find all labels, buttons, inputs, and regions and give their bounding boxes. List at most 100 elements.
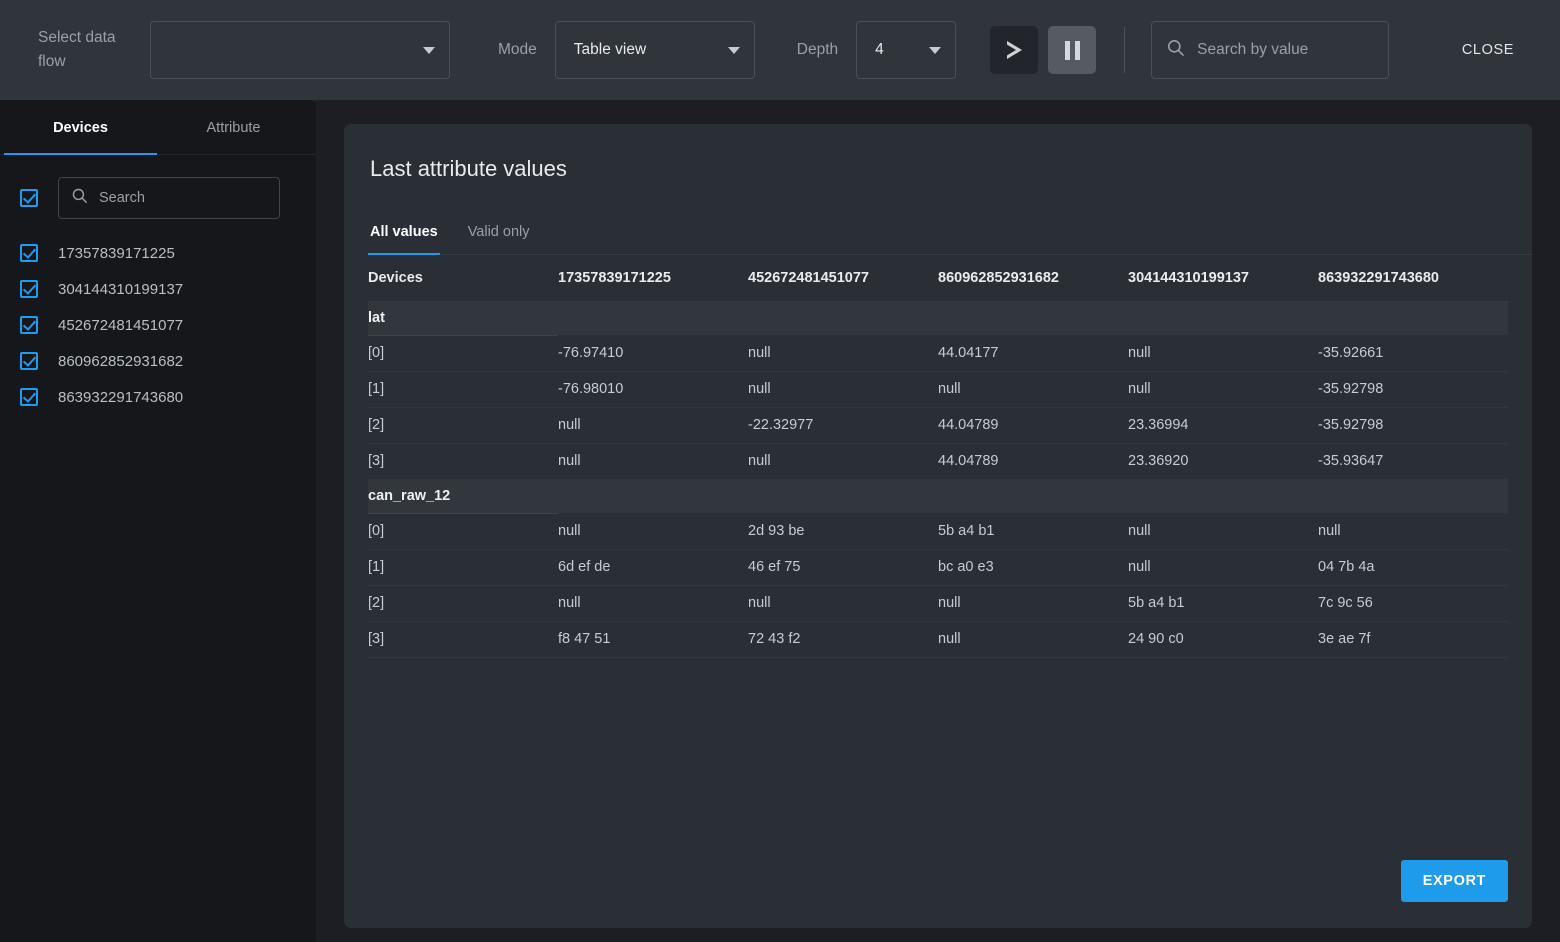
row-index: [2] — [368, 585, 558, 622]
device-checkbox[interactable] — [20, 352, 38, 370]
row-index: [1] — [368, 371, 558, 408]
value-search-placeholder: Search by value — [1197, 41, 1309, 58]
cell-value: null — [1318, 513, 1508, 550]
mode-select-value: Table view — [573, 41, 647, 58]
cell-value: 7c 9c 56 — [1318, 585, 1508, 622]
cell-value: null — [938, 585, 1128, 622]
cell-value: f8 47 51 — [558, 621, 748, 658]
cell-value: bc a0 e3 — [938, 549, 1128, 586]
value-search-field[interactable]: Search by value — [1151, 21, 1390, 79]
row-index: [1] — [368, 549, 558, 586]
column-header-device-2[interactable]: 452672481451077 — [748, 255, 938, 302]
sidebar: Devices Attribute Search 17357839171225 — [0, 100, 316, 942]
group-header-row[interactable]: can_raw_12 — [368, 479, 1508, 514]
play-icon — [1005, 41, 1022, 59]
search-icon — [1166, 38, 1185, 62]
cell-value: null — [1128, 335, 1318, 372]
chevron-down-icon — [423, 46, 435, 54]
cell-value: 23.36994 — [1128, 407, 1318, 444]
device-checkbox[interactable] — [20, 316, 38, 334]
mode-label: Mode — [498, 40, 537, 58]
group-spacer — [938, 479, 1128, 513]
depth-label: Depth — [796, 40, 839, 58]
cell-value: 46 ef 75 — [748, 549, 938, 586]
device-checkbox[interactable] — [20, 244, 38, 262]
device-label: 452672481451077 — [58, 316, 184, 334]
list-item[interactable]: 17357839171225 — [0, 235, 316, 271]
list-item[interactable]: 452672481451077 — [0, 307, 316, 343]
sidebar-tabs: Devices Attribute — [0, 100, 316, 155]
cell-value: 24 90 c0 — [1128, 621, 1318, 658]
cell-value: null — [1128, 513, 1318, 550]
group-spacer — [558, 479, 748, 513]
sidebar-tab-attribute[interactable]: Attribute — [157, 100, 310, 154]
tab-valid-only[interactable]: Valid only — [466, 220, 532, 254]
device-label: 860962852931682 — [58, 352, 184, 370]
table-row: [2] null -22.32977 44.04789 23.36994 -35… — [368, 407, 1508, 444]
cell-value: 44.04177 — [938, 335, 1128, 372]
cell-value: -35.92798 — [1318, 407, 1508, 444]
device-label: 863932291743680 — [58, 388, 184, 406]
device-search-field[interactable]: Search — [58, 177, 280, 219]
cell-value: 6d ef de — [558, 549, 748, 586]
play-button[interactable] — [990, 26, 1039, 74]
column-header-device-1[interactable]: 17357839171225 — [558, 255, 748, 302]
device-list: 17357839171225 304144310199137 452672481… — [0, 219, 316, 415]
table-row: [1] 6d ef de 46 ef 75 bc a0 e3 null 04 7… — [368, 549, 1508, 586]
cell-value: -22.32977 — [748, 407, 938, 444]
device-checkbox[interactable] — [20, 388, 38, 406]
cell-value: 44.04789 — [938, 443, 1128, 480]
cell-value: -35.93647 — [1318, 443, 1508, 480]
search-icon — [71, 187, 88, 209]
cell-value: 23.36920 — [1128, 443, 1318, 480]
row-index: [0] — [368, 335, 558, 372]
select-all-checkbox[interactable] — [20, 189, 38, 207]
chevron-down-icon — [929, 46, 942, 54]
column-header-device-3[interactable]: 860962852931682 — [938, 255, 1128, 302]
device-checkbox[interactable] — [20, 280, 38, 298]
group-name: lat — [368, 301, 558, 336]
cell-value: null — [748, 443, 938, 480]
column-header-device-4[interactable]: 304144310199137 — [1128, 255, 1318, 302]
group-header-row[interactable]: lat — [368, 301, 1508, 336]
cell-value: -76.98010 — [558, 371, 748, 408]
cell-value: 44.04789 — [938, 407, 1128, 444]
close-button[interactable]: CLOSE — [1450, 32, 1526, 68]
sidebar-tab-devices[interactable]: Devices — [4, 100, 157, 155]
cell-value: -35.92661 — [1318, 335, 1508, 372]
dataflow-label: Select data flow — [38, 28, 116, 70]
table-row: [3] null null 44.04789 23.36920 -35.9364… — [368, 443, 1508, 480]
cell-value: 5b a4 b1 — [938, 513, 1128, 550]
group-spacer — [1128, 479, 1318, 513]
dataflow-select[interactable] — [150, 21, 450, 79]
column-header-device-5[interactable]: 863932291743680 — [1318, 255, 1508, 302]
list-item[interactable]: 304144310199137 — [0, 271, 316, 307]
export-button[interactable]: EXPORT — [1400, 860, 1508, 902]
chevron-down-icon — [727, 46, 740, 54]
group-spacer — [558, 301, 748, 335]
pause-button[interactable] — [1048, 26, 1097, 74]
depth-select[interactable]: 4 — [856, 21, 957, 79]
device-label: 304144310199137 — [58, 280, 184, 298]
row-index: [0] — [368, 513, 558, 550]
table-row: [2] null null null 5b a4 b1 7c 9c 56 — [368, 585, 1508, 622]
list-item[interactable]: 860962852931682 — [0, 343, 316, 379]
row-index: [3] — [368, 621, 558, 658]
row-index: [2] — [368, 407, 558, 444]
group-name: can_raw_12 — [368, 479, 558, 514]
table-body: lat [0] -76.97410 null 44.04177 null -35… — [368, 301, 1508, 658]
cell-value: null — [558, 443, 748, 480]
main-content: Last attribute values All values Valid o… — [316, 100, 1560, 942]
cell-value: -76.97410 — [558, 335, 748, 372]
toolbar-divider — [1124, 27, 1126, 73]
table-row: [1] -76.98010 null null null -35.92798 — [368, 371, 1508, 408]
column-header-devices[interactable]: Devices — [368, 255, 558, 302]
list-item[interactable]: 863932291743680 — [0, 379, 316, 415]
tab-all-values[interactable]: All values — [368, 220, 440, 255]
cell-value: null — [558, 513, 748, 550]
table-header-row: Devices 17357839171225 452672481451077 8… — [368, 255, 1508, 302]
device-search-placeholder: Search — [99, 190, 145, 206]
mode-select[interactable]: Table view — [554, 21, 755, 79]
device-label: 17357839171225 — [58, 244, 175, 262]
top-toolbar: Select data flow Mode Table view Depth 4… — [0, 0, 1560, 100]
